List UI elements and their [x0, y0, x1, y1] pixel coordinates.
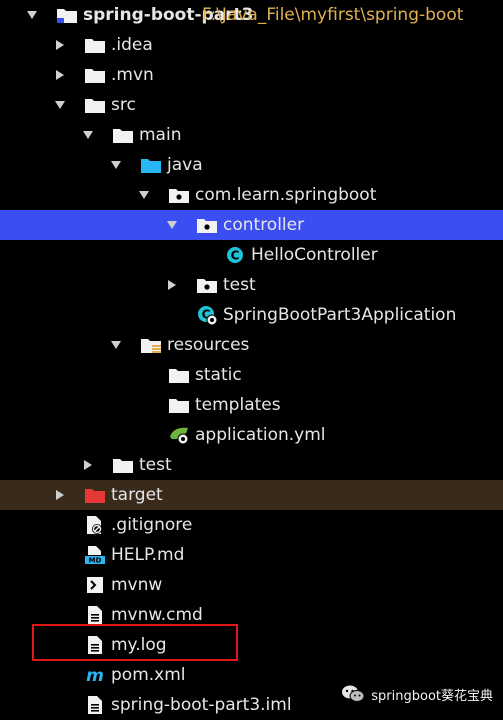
gitignore-file-icon	[84, 510, 106, 540]
tree-item-label: com.learn.springboot	[195, 185, 377, 205]
project-path: F:\Java_File\myfirst\spring-boot	[202, 5, 464, 25]
collapse-arrow-icon[interactable]	[166, 270, 178, 300]
markdown-file-icon: MD	[84, 540, 106, 570]
tree-item-label: controller	[223, 215, 305, 235]
text-file-icon	[84, 600, 106, 630]
tree-row[interactable]: static	[0, 360, 503, 390]
tree-row[interactable]: MD HELP.md	[0, 540, 503, 570]
tree-row[interactable]: target	[0, 480, 503, 510]
tree-item-label: test	[139, 455, 172, 475]
package-icon	[196, 270, 218, 300]
tree-item-label: templates	[195, 395, 281, 415]
folder-icon	[112, 120, 134, 150]
tree-row[interactable]: test	[0, 270, 503, 300]
tree-row[interactable]: resources	[0, 330, 503, 360]
tree-row[interactable]: .gitignore	[0, 510, 503, 540]
expand-arrow-icon[interactable]	[138, 180, 150, 210]
expand-arrow-icon[interactable]	[82, 120, 94, 150]
tree-item-label: java	[167, 155, 203, 175]
tree-row[interactable]: C HelloController	[0, 240, 503, 270]
expand-arrow-icon[interactable]	[26, 0, 38, 30]
tree-item-label: .mvn	[111, 65, 154, 85]
watermark-text: springboot葵花宝典	[371, 688, 493, 704]
tree-row[interactable]: templates	[0, 390, 503, 420]
tree-row[interactable]: C SpringBootPart3Application	[0, 300, 503, 330]
module-folder-icon	[56, 0, 78, 30]
folder-icon	[84, 90, 106, 120]
folder-icon	[168, 360, 190, 390]
source-root-folder-icon	[140, 150, 162, 180]
collapse-arrow-icon[interactable]	[54, 480, 66, 510]
package-icon	[168, 180, 190, 210]
tree-item-label: test	[223, 275, 256, 295]
tree-row[interactable]: com.learn.springboot	[0, 180, 503, 210]
shell-script-icon	[84, 570, 106, 600]
tree-item-label: pom.xml	[111, 665, 186, 685]
tree-item-label: mvnw	[111, 575, 163, 595]
folder-icon	[168, 390, 190, 420]
java-class-icon: C	[224, 240, 246, 270]
collapse-arrow-icon[interactable]	[82, 450, 94, 480]
tree-item-label: main	[139, 125, 182, 145]
tree-item-label: HELP.md	[111, 545, 185, 565]
tree-item-label: HelloController	[251, 245, 378, 265]
folder-icon	[84, 30, 106, 60]
tree-row[interactable]: .mvn	[0, 60, 503, 90]
tree-item-label: application.yml	[195, 425, 326, 445]
tree-item-label: SpringBootPart3Application	[223, 305, 457, 325]
expand-arrow-icon[interactable]	[166, 210, 178, 240]
tree-item-label: mvnw.cmd	[111, 605, 203, 625]
folder-icon	[84, 60, 106, 90]
tree-row[interactable]: java	[0, 150, 503, 180]
tree-row[interactable]: mvnw	[0, 570, 503, 600]
tree-row[interactable]: src	[0, 90, 503, 120]
maven-file-icon: m	[84, 660, 106, 690]
svg-text:MD: MD	[89, 557, 102, 565]
tree-row[interactable]: main	[0, 120, 503, 150]
collapse-arrow-icon[interactable]	[54, 60, 66, 90]
spring-boot-class-icon: C	[196, 300, 218, 330]
tree-row[interactable]: spring-boot-part3 F:\Java_File\myfirst\sp…	[0, 0, 503, 30]
svg-text:C: C	[231, 249, 240, 263]
tree-row[interactable]: my.log	[0, 630, 503, 660]
svg-text:m: m	[86, 666, 104, 684]
excluded-folder-icon	[84, 480, 106, 510]
text-file-icon	[84, 630, 106, 660]
tree-row[interactable]: test	[0, 450, 503, 480]
tree-row[interactable]: controller	[0, 210, 503, 240]
tree-row[interactable]: .idea	[0, 30, 503, 60]
tree-item-label: my.log	[111, 635, 167, 655]
expand-arrow-icon[interactable]	[54, 90, 66, 120]
wechat-icon	[341, 684, 365, 704]
tree-item-label: resources	[167, 335, 250, 355]
tree-row[interactable]: application.yml	[0, 420, 503, 450]
spring-config-file-icon	[168, 420, 190, 450]
tree-item-label: .gitignore	[111, 515, 193, 535]
tree-item-label: src	[111, 95, 136, 115]
tree-row[interactable]: mvnw.cmd	[0, 600, 503, 630]
folder-icon	[112, 450, 134, 480]
collapse-arrow-icon[interactable]	[54, 30, 66, 60]
tree-item-label: target	[111, 485, 163, 505]
watermark: springboot葵花宝典	[341, 682, 493, 706]
expand-arrow-icon[interactable]	[110, 330, 122, 360]
expand-arrow-icon[interactable]	[110, 150, 122, 180]
tree-item-label: static	[195, 365, 242, 385]
package-icon	[196, 210, 218, 240]
project-tree: spring-boot-part3 F:\Java_File\myfirst\sp…	[0, 0, 503, 716]
tree-item-label: .idea	[111, 35, 153, 55]
resources-root-folder-icon	[140, 330, 162, 360]
